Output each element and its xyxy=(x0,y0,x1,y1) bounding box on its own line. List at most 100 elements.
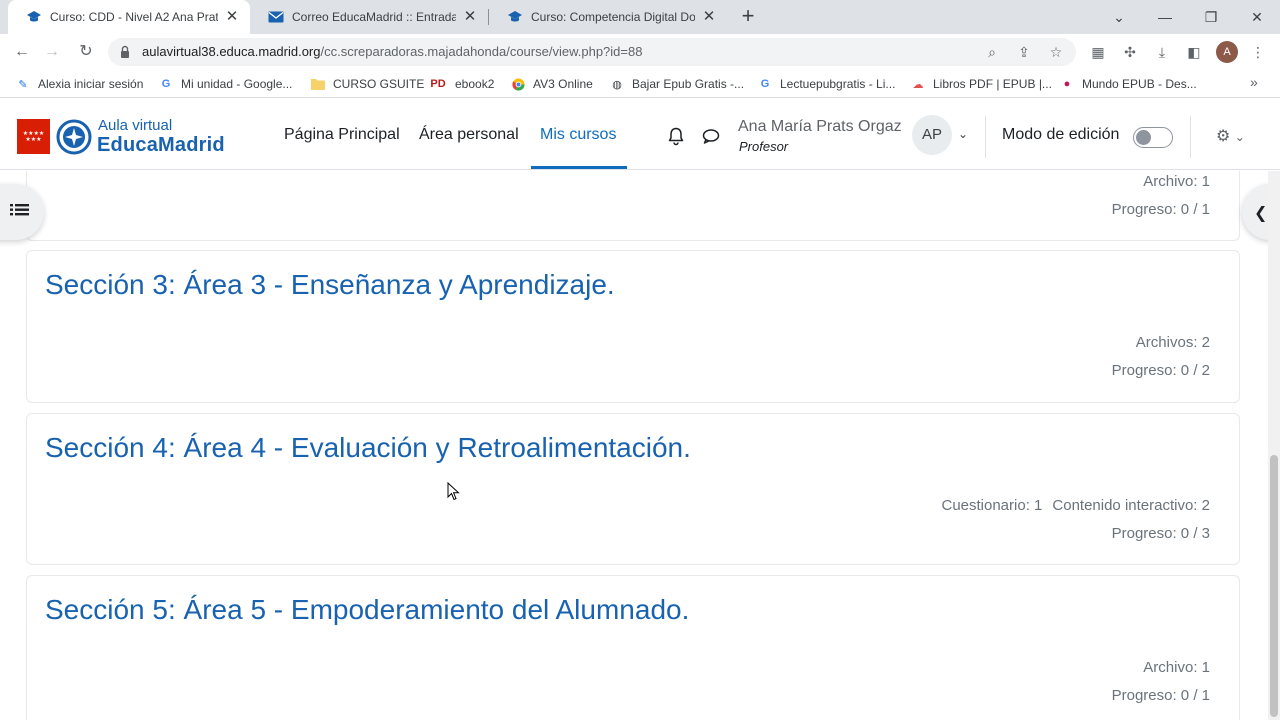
bookmark-item[interactable]: ☁ Libros PDF | EPUB |... xyxy=(911,75,1052,93)
qr-code-icon[interactable]: ▦ xyxy=(1088,42,1108,62)
back-arrow-icon[interactable]: ← xyxy=(10,40,34,64)
google-icon: G xyxy=(760,78,770,90)
section-progress: Progreso: 0 / 1 xyxy=(1111,201,1210,218)
chevron-left-icon: ❮ xyxy=(1254,205,1268,222)
mail-icon xyxy=(268,9,284,25)
bookmark-item[interactable]: AV3 Online xyxy=(511,75,593,93)
alexia-icon: ✎ xyxy=(18,78,28,91)
chrome-icon xyxy=(511,77,525,91)
nav-pagina-principal[interactable]: Página Principal xyxy=(284,126,400,144)
nav-area-personal[interactable]: Área personal xyxy=(419,126,519,144)
activity-count: Contenido interactivo: 2 xyxy=(1052,497,1210,514)
activity-count: Cuestionario: 1 xyxy=(941,497,1043,514)
bookmark-item[interactable]: CURSO GSUITE xyxy=(311,75,424,93)
header-divider xyxy=(985,116,986,158)
logo-text-top: Aula virtual xyxy=(98,117,173,134)
educamadrid-logo-icon[interactable] xyxy=(56,119,92,155)
bookmark-item[interactable]: PD ebook2 xyxy=(429,75,494,93)
close-tab-icon[interactable]: ✕ xyxy=(462,9,478,25)
course-section: Sección 3: Área 3 - Enseñanza y Aprendiz… xyxy=(26,250,1240,403)
bookmark-label: Mundo EPUB - Des... xyxy=(1082,77,1197,91)
side-panel-icon[interactable]: ◧ xyxy=(1184,42,1204,62)
bookmark-item[interactable]: G Lectuepubgratis - Li... xyxy=(758,75,896,93)
scrollbar-thumb[interactable] xyxy=(1270,455,1278,717)
share-icon[interactable]: ⇪ xyxy=(1014,42,1034,62)
section-title[interactable]: Sección 3: Área 3 - Enseñanza y Aprendiz… xyxy=(45,269,615,301)
section-title[interactable]: Sección 4: Área 4 - Evaluación y Retroal… xyxy=(45,432,691,464)
close-tab-icon[interactable]: ✕ xyxy=(701,9,717,25)
browser-menu-icon[interactable]: ⋮ xyxy=(1248,42,1268,62)
bookmark-label: Mi unidad - Google... xyxy=(181,77,293,91)
list-icon xyxy=(10,204,29,216)
course-content: Archivo: 1 Progreso: 0 / 1 Sección 3: Ár… xyxy=(0,171,1280,720)
chat-icon[interactable] xyxy=(701,126,721,146)
google-icon: G xyxy=(161,78,171,90)
forward-arrow-icon[interactable]: → xyxy=(40,40,64,64)
minimize-icon[interactable]: — xyxy=(1142,4,1188,30)
bookmark-label: Lectuepubgratis - Li... xyxy=(780,77,896,91)
bookmark-star-icon[interactable]: ☆ xyxy=(1046,42,1066,62)
bookmark-item[interactable]: ◍ Bajar Epub Gratis -... xyxy=(610,75,744,93)
pdf-icon: PD xyxy=(430,78,446,90)
edit-mode-label: Modo de edición xyxy=(1002,126,1120,143)
bookmark-label: AV3 Online xyxy=(533,77,593,91)
active-nav-indicator xyxy=(531,166,627,169)
course-section: Sección 4: Área 4 - Evaluación y Retroal… xyxy=(26,413,1240,565)
activity-count: Archivo: 1 xyxy=(1143,659,1210,676)
toggle-knob xyxy=(1136,130,1151,145)
language-menu[interactable]: ⚙ ⌄ xyxy=(1216,126,1245,146)
close-window-icon[interactable]: ✕ xyxy=(1234,4,1280,30)
edit-mode-toggle[interactable] xyxy=(1133,127,1173,148)
course-section: Archivo: 1 Progreso: 0 / 1 xyxy=(26,171,1240,241)
address-bar[interactable]: aulavirtual38.educa.madrid.org/cc.screpa… xyxy=(108,38,1076,66)
section-activity-summary: Archivo: 1 xyxy=(1143,173,1210,190)
restore-icon[interactable]: ❐ xyxy=(1188,4,1234,30)
mouse-cursor-icon xyxy=(447,482,460,501)
tab-title: Curso: Competencia Digital Doce xyxy=(531,10,695,24)
gear-icon: ⚙ xyxy=(1216,128,1231,145)
tab-title: Correo EducaMadrid :: Entrada xyxy=(292,10,456,24)
cloud-icon: ☁ xyxy=(912,78,924,91)
bell-icon[interactable] xyxy=(666,126,686,146)
chevron-down-icon[interactable]: ⌄ xyxy=(958,127,968,141)
bookmark-item[interactable]: ● Mundo EPUB - Des... xyxy=(1060,75,1197,93)
site-header: ★★★★ ★★★ Aula virtual EducaMadrid Página … xyxy=(0,102,1280,170)
bookmarks-bar: ✎ Alexia iniciar sesión G Mi unidad - Goog… xyxy=(0,70,1280,98)
browser-tab-bar: Curso: CDD - Nivel A2 Ana Prats ✕ Correo… xyxy=(0,0,1280,34)
graduation-cap-icon xyxy=(26,9,42,25)
lock-icon xyxy=(121,45,129,58)
avatar[interactable]: AP xyxy=(912,115,952,155)
bookmark-item[interactable]: ✎ Alexia iniciar sesión xyxy=(16,75,143,93)
tab-search-icon[interactable]: ⌄ xyxy=(1096,4,1142,30)
activity-count: Archivos: 2 xyxy=(1135,334,1210,351)
bookmark-label: ebook2 xyxy=(455,77,495,91)
user-name[interactable]: Ana María Prats Orgaz xyxy=(738,118,902,136)
section-progress: Progreso: 0 / 3 xyxy=(1111,525,1210,542)
course-section: Sección 5: Área 5 - Empoderamiento del A… xyxy=(26,575,1240,720)
browser-tab[interactable]: Curso: Competencia Digital Doce ✕ xyxy=(489,0,727,34)
section-activity-summary: Cuestionario: 1 Contenido interactivo: 2 xyxy=(941,497,1210,514)
url-host: aulavirtual38.educa.madrid.org xyxy=(142,44,321,59)
url-path: /cc.screparadoras.majadahonda/course/vie… xyxy=(320,44,643,59)
profile-avatar[interactable]: A xyxy=(1216,41,1238,63)
nav-mis-cursos[interactable]: Mis cursos xyxy=(540,126,616,144)
tab-title: Curso: CDD - Nivel A2 Ana Prats xyxy=(50,10,218,24)
reload-icon[interactable]: ↻ xyxy=(74,40,98,64)
download-icon[interactable]: ⤓ xyxy=(1152,42,1172,62)
browser-toolbar: ← → ↻ aulavirtual38.educa.madrid.org/cc.… xyxy=(0,34,1280,70)
more-bookmarks-icon[interactable]: » xyxy=(1250,74,1258,90)
extensions-icon[interactable]: ✣ xyxy=(1120,42,1140,62)
new-tab-button[interactable]: + xyxy=(736,5,760,29)
globe-icon: ◍ xyxy=(612,78,622,91)
zoom-icon[interactable]: ⌕ xyxy=(982,42,1002,62)
section-title[interactable]: Sección 5: Área 5 - Empoderamiento del A… xyxy=(45,594,689,626)
section-activity-summary: Archivos: 2 xyxy=(1136,334,1210,351)
section-activity-summary: Archivo: 1 xyxy=(1143,659,1210,676)
bookmark-label: Alexia iniciar sesión xyxy=(38,77,144,91)
close-tab-icon[interactable]: ✕ xyxy=(224,9,240,25)
madrid-flag-logo[interactable]: ★★★★ ★★★ xyxy=(17,119,50,154)
bookmark-item[interactable]: G Mi unidad - Google... xyxy=(159,75,293,93)
folder-icon xyxy=(311,77,325,91)
browser-tab[interactable]: Correo EducaMadrid :: Entrada ✕ xyxy=(250,0,488,34)
browser-tab-active[interactable]: Curso: CDD - Nivel A2 Ana Prats ✕ xyxy=(8,0,250,34)
